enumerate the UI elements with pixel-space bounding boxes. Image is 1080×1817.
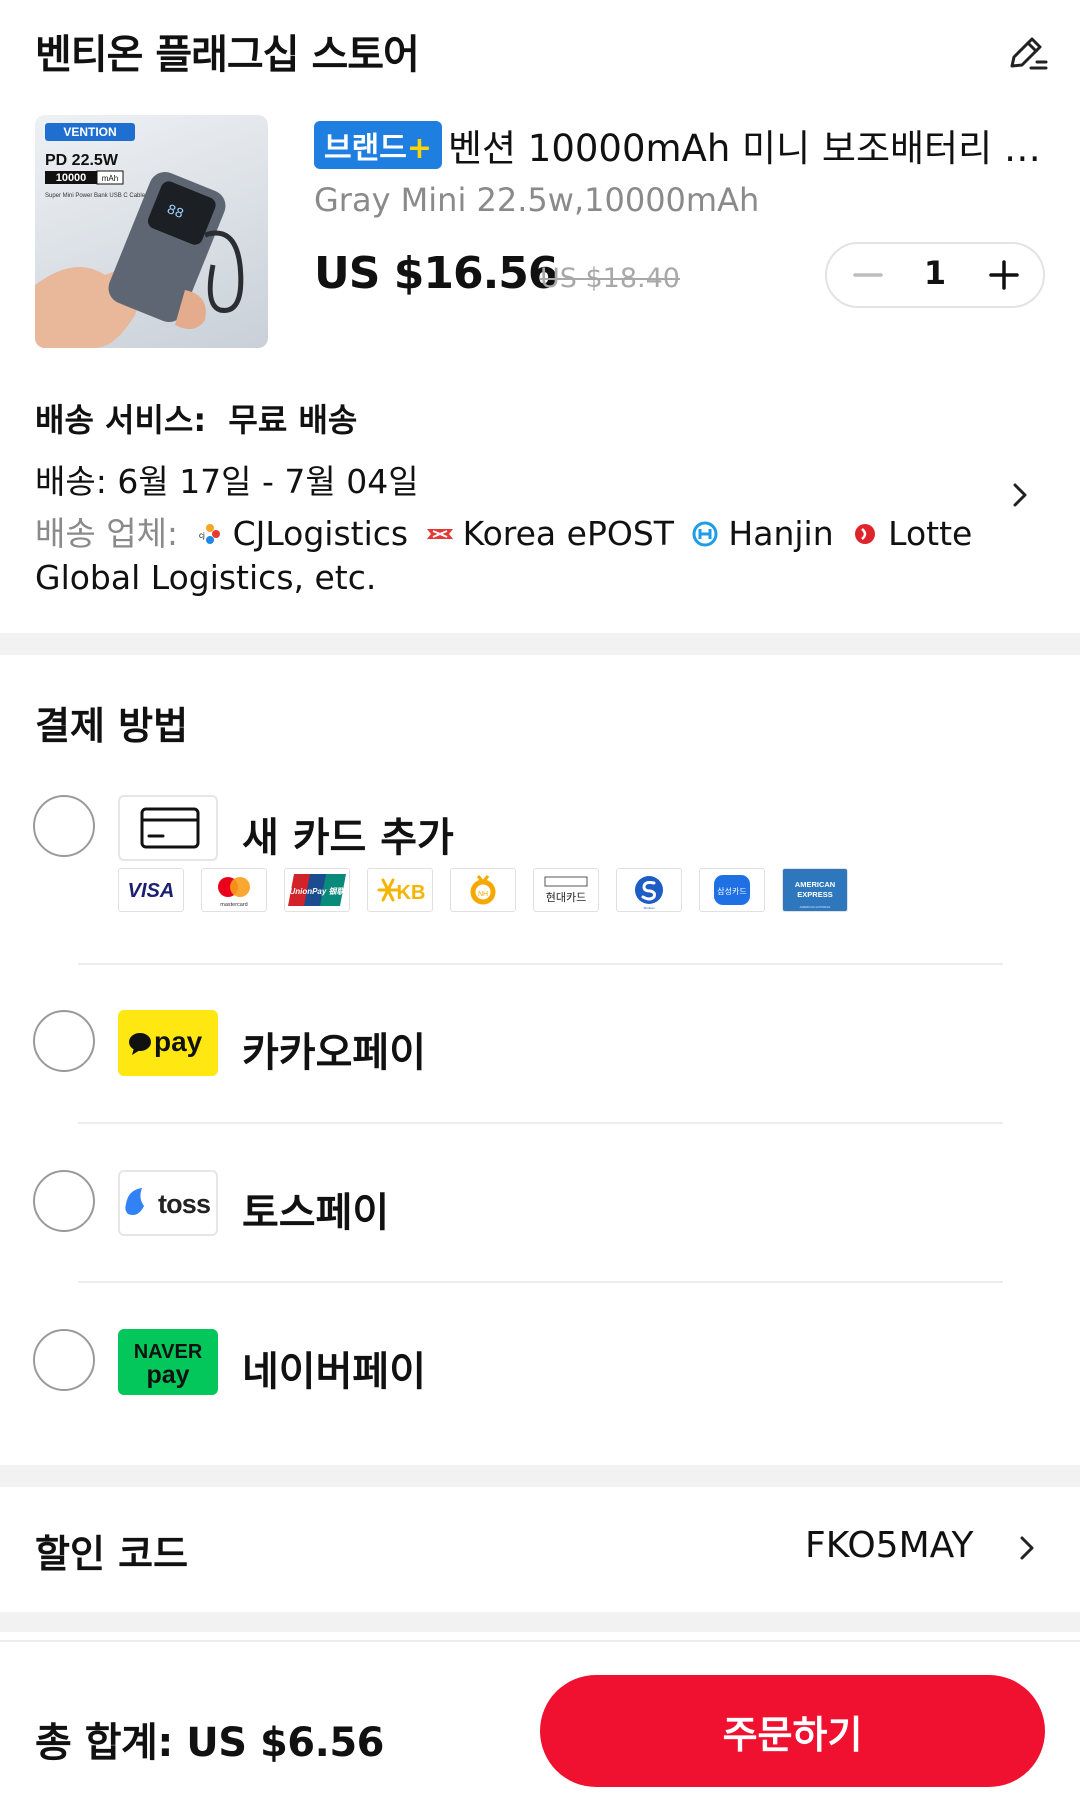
visa-icon: VISA (118, 868, 184, 912)
svg-text:toss: toss (158, 1189, 211, 1219)
svg-text:NAVER: NAVER (134, 1341, 203, 1363)
korea-post-icon (425, 516, 455, 546)
shipping-service: 배송 서비스: 무료 배송 (35, 401, 358, 439)
svg-text:pay: pay (146, 1361, 189, 1389)
payment-method-title: 결제 방법 (35, 704, 189, 748)
payment-divider (78, 1122, 1003, 1124)
plus-icon[interactable] (981, 252, 1027, 298)
store-title[interactable]: 벤티온 플래그십 스토어 (35, 22, 420, 80)
product-image-spec: PD 22.5W (45, 152, 119, 169)
svg-text:AMERICAN: AMERICAN (795, 880, 835, 889)
new-card-label[interactable]: 새 카드 추가 (242, 805, 454, 863)
carrier-hanjin: Hanjin (728, 514, 834, 553)
card-brand-list: VISA mastercard UnionPay 银联 KB NH 현대카드 S… (118, 868, 848, 912)
lotte-icon (850, 516, 880, 546)
product-title[interactable]: 브랜드+ 벤션 10000mAh 미니 보조배터리 2... (314, 118, 1049, 172)
product-name: 벤션 10000mAh 미니 보조배터리 2... (447, 127, 1049, 170)
shipping-date: 배송: 6월 17일 - 7월 04일 (35, 462, 419, 501)
product-image-capacity: 10000 (56, 172, 87, 184)
shipping-service-value: 무료 배송 (228, 401, 358, 439)
chevron-right-icon[interactable] (1012, 1533, 1042, 1563)
cj-logistics-icon: cj (195, 516, 225, 546)
section-separator (0, 633, 1080, 655)
product-image-subtitle: Super Mini Power Bank USB C Cable (45, 193, 146, 199)
samsung-card-icon: 삼성카드 (699, 868, 765, 912)
quantity-stepper[interactable]: 1 (825, 242, 1045, 308)
product-price: US $16.56 (314, 248, 559, 299)
carrier-korea-post: Korea ePOST (462, 514, 674, 553)
naverpay-label[interactable]: 네이버페이 (242, 1339, 426, 1397)
product-image-unit: mAh (102, 174, 118, 183)
svg-text:VISA: VISA (128, 880, 175, 902)
tosspay-logo: toss (118, 1170, 218, 1236)
shinhan-card-icon: Shinhan (616, 868, 682, 912)
footer-divider (0, 1640, 1080, 1642)
discount-code-label[interactable]: 할인 코드 (35, 1523, 188, 1578)
svg-text:EXPRESS: EXPRESS (797, 890, 832, 899)
kb-card-icon: KB (367, 868, 433, 912)
edit-icon[interactable] (1004, 30, 1050, 76)
svg-text:mastercard: mastercard (220, 902, 248, 908)
radio-tosspay[interactable] (33, 1170, 95, 1232)
radio-kakaopay[interactable] (33, 1010, 95, 1072)
chevron-right-icon[interactable] (1005, 480, 1035, 510)
svg-text:cj: cj (199, 531, 205, 540)
product-image-brand: VENTION (63, 125, 116, 139)
svg-text:삼성카드: 삼성카드 (717, 886, 746, 896)
shipping-carriers-label: 배송 업체: (35, 514, 179, 553)
order-total: 총 합계: US $6.56 (35, 1720, 385, 1766)
naverpay-logo: NAVER pay (118, 1329, 218, 1395)
kakaopay-label[interactable]: 카카오페이 (242, 1020, 426, 1078)
svg-text:Shinhan: Shinhan (643, 906, 654, 910)
unionpay-icon: UnionPay 银联 (284, 868, 350, 912)
radio-new-card[interactable] (33, 795, 95, 857)
product-image[interactable]: VENTION PD 22.5W 10000 mAh Super Mini Po… (35, 115, 268, 348)
mastercard-icon: mastercard (201, 868, 267, 912)
payment-divider (78, 1281, 1003, 1283)
payment-divider (78, 963, 1003, 965)
product-variant: Gray Mini 22.5w,10000mAh (314, 181, 760, 219)
svg-text:현대카드: 현대카드 (546, 891, 586, 904)
place-order-button[interactable]: 주문하기 (540, 1675, 1045, 1787)
section-separator (0, 1612, 1080, 1632)
svg-text:AMERICAN EXPRESS: AMERICAN EXPRESS (800, 905, 831, 909)
tosspay-label[interactable]: 토스페이 (242, 1180, 389, 1238)
product-original-price: US $18.40 (540, 263, 680, 294)
amex-icon: AMERICAN EXPRESS AMERICAN EXPRESS (782, 868, 848, 912)
svg-text:pay: pay (154, 1026, 203, 1057)
kakaopay-logo: pay (118, 1010, 218, 1076)
hyundai-card-icon: 현대카드 (533, 868, 599, 912)
radio-naverpay[interactable] (33, 1329, 95, 1391)
discount-code-value[interactable]: FKO5MAY (805, 1525, 973, 1566)
brand-plus-badge: 브랜드+ (314, 121, 442, 169)
carrier-cj: CJLogistics (232, 514, 409, 553)
svg-text:UnionPay 银联: UnionPay 银联 (289, 887, 345, 896)
svg-text:NH: NH (478, 891, 488, 898)
shipping-carriers[interactable]: 배송 업체: cj CJLogistics Korea ePOST Hanjin… (35, 512, 995, 600)
hanjin-icon (690, 516, 720, 547)
section-separator (0, 1465, 1080, 1487)
nh-card-icon: NH (450, 868, 516, 912)
svg-text:KB: KB (397, 882, 426, 904)
credit-card-icon (118, 795, 218, 861)
